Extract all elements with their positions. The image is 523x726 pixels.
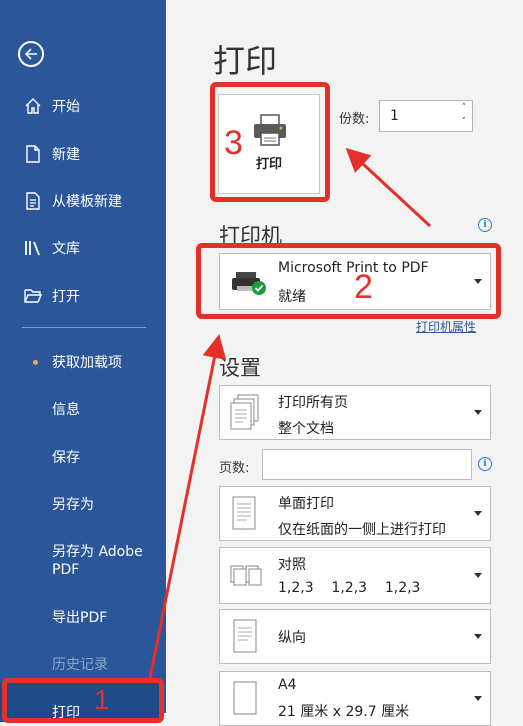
info-icon[interactable]: i	[478, 218, 492, 232]
collate-select[interactable]: 对照 1,2,3 1,2,3 1,2,3	[219, 547, 491, 604]
sidebar-item-template[interactable]: 从模板新建	[0, 181, 166, 221]
sidebar-item-info[interactable]: 信息	[0, 389, 166, 429]
sidebar-item-new[interactable]: 新建	[0, 134, 166, 174]
sidebar-item-label: 打开	[52, 289, 80, 305]
sidebar-item-open[interactable]: 打开	[0, 276, 166, 316]
annotation-number-2: 2	[354, 268, 373, 306]
printer-properties-link[interactable]: 打印机属性	[416, 318, 476, 335]
sidebar-divider	[22, 327, 146, 328]
annotation-number-3: 3	[224, 124, 243, 162]
sidebar-item-library[interactable]: 文库	[0, 228, 166, 268]
paper-size-select[interactable]: A4 21 厘米 x 29.7 厘米	[219, 671, 491, 726]
annotation-box-1	[2, 678, 164, 723]
chevron-up-icon[interactable]: ˄	[462, 103, 467, 113]
sidebar-item-export-pdf[interactable]: 导出PDF	[0, 597, 166, 637]
info-icon[interactable]: i	[478, 457, 492, 471]
arrow-2-to-3	[345, 147, 432, 228]
back-arrow-icon	[24, 48, 37, 60]
sidebar-item-label: 开始	[52, 99, 80, 115]
sidebar-item-label: 新建	[52, 147, 80, 163]
sidebar-item-save[interactable]: 保存	[0, 437, 166, 477]
sidebar-item-addins[interactable]: 获取加载项	[0, 342, 166, 382]
pages-icon	[230, 394, 259, 430]
page-title: 打印	[213, 42, 278, 80]
sidebar-item-save-as[interactable]: 另存为	[0, 484, 166, 524]
new-document-icon	[22, 145, 44, 163]
back-button[interactable]	[18, 41, 44, 67]
copies-label: 份数:	[339, 112, 370, 127]
chevron-down-icon	[474, 633, 482, 639]
paper-icon	[233, 681, 257, 715]
portrait-icon	[233, 619, 257, 653]
chevron-down-icon	[474, 572, 482, 578]
sidebar-item-home[interactable]: 开始	[0, 86, 166, 126]
pages-label: 页数:	[219, 461, 250, 476]
sidebar-item-label: 从模板新建	[52, 194, 122, 210]
chevron-down-icon	[474, 510, 482, 516]
chevron-down-icon[interactable]: ˅	[462, 117, 467, 127]
annotation-box-2	[196, 243, 501, 319]
home-icon	[22, 97, 44, 115]
library-icon	[22, 239, 44, 257]
orientation-select[interactable]: 纵向	[219, 609, 491, 664]
print-range-select[interactable]: 打印所有页 整个文档	[219, 385, 491, 440]
sides-select[interactable]: 单面打印 仅在纸面的一侧上进行打印	[219, 486, 491, 541]
sidebar-item-label: 文库	[52, 241, 80, 257]
sidebar-item-save-as-pdf[interactable]: 另存为 Adobe PDF	[0, 543, 166, 579]
settings-heading: 设置	[219, 356, 261, 380]
chevron-down-icon	[474, 695, 482, 701]
copies-stepper[interactable]: 1 ˄ ˅	[379, 100, 473, 132]
annotation-number-1: 1	[94, 684, 110, 715]
backstage-sidebar: 开始 新建 从模板新建 文库 打开 获取加载项 信息 保存 另存为 另存为 Ad…	[0, 0, 166, 722]
template-icon	[22, 192, 44, 210]
folder-open-icon	[22, 288, 44, 304]
chevron-down-icon	[474, 409, 482, 415]
one-sided-icon	[232, 496, 256, 530]
collate-icon	[230, 565, 262, 586]
pages-input[interactable]	[262, 449, 472, 480]
